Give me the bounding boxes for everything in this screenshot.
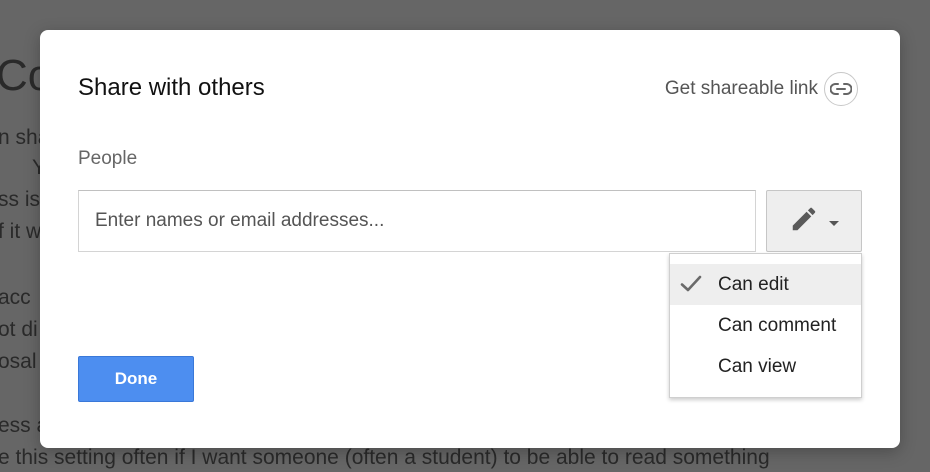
background-text-line: osal bbox=[0, 350, 37, 373]
dialog-title: Share with others bbox=[78, 74, 265, 101]
background-text-line: acc bbox=[0, 286, 31, 309]
background-text-line: f it w bbox=[0, 220, 42, 243]
done-button[interactable]: Done bbox=[78, 356, 194, 402]
permission-menu: Can edit Can comment Can view bbox=[669, 253, 862, 398]
permission-dropdown-button[interactable] bbox=[766, 190, 862, 252]
menu-item-label: Can view bbox=[718, 355, 797, 377]
background-text-line: ot di bbox=[0, 318, 38, 341]
background-text-line: ss is bbox=[0, 188, 40, 211]
background-text-line: e this setting often if I want someone (… bbox=[0, 446, 770, 469]
share-dialog: Share with others Get shareable link Peo… bbox=[40, 30, 900, 448]
menu-item-can-edit[interactable]: Can edit bbox=[670, 264, 861, 305]
get-shareable-link-label: Get shareable link bbox=[664, 78, 818, 99]
menu-item-can-view[interactable]: Can view bbox=[670, 346, 861, 387]
link-icon[interactable] bbox=[824, 72, 858, 106]
pencil-icon bbox=[789, 204, 819, 239]
people-input[interactable] bbox=[78, 190, 756, 252]
menu-item-label: Can comment bbox=[718, 314, 837, 336]
get-shareable-link-button[interactable]: Get shareable link bbox=[665, 70, 858, 108]
people-label: People bbox=[78, 148, 138, 169]
menu-item-can-comment[interactable]: Can comment bbox=[670, 305, 861, 346]
chevron-down-icon bbox=[829, 220, 839, 226]
check-icon bbox=[680, 275, 702, 292]
menu-item-label: Can edit bbox=[718, 273, 789, 295]
